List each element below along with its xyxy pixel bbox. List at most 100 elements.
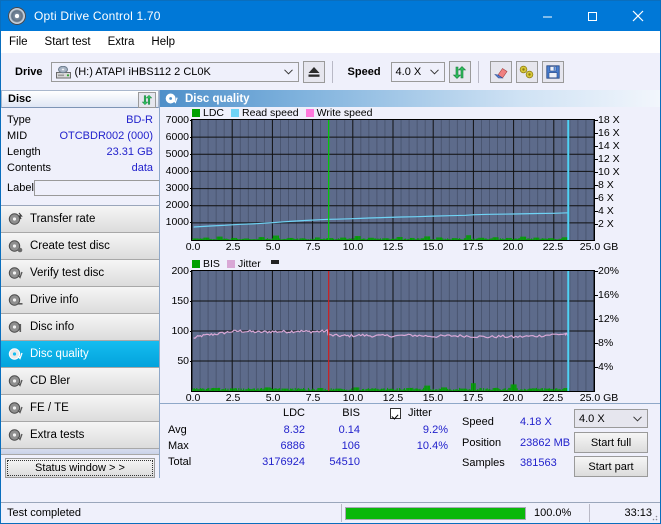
maximize-icon[interactable] <box>570 1 615 31</box>
sidebar-item-verify-test-disc[interactable]: Verify test disc <box>1 260 159 287</box>
legend-item-read-speed: Read speed <box>231 107 299 119</box>
jitter-checkbox[interactable] <box>390 408 401 419</box>
toolbar: Drive (H:) ATAPI iHBS112 2 CL0K <box>1 54 660 90</box>
sidebar-item-create-test-disc[interactable]: Create test disc <box>1 233 159 260</box>
disc-row-length: Length 23.31 GB <box>7 144 153 160</box>
speed-ytick: 16 X <box>598 127 620 139</box>
drive-select[interactable]: (H:) ATAPI iHBS112 2 CL0K <box>51 62 299 82</box>
stats-header-jitter: Jitter <box>408 407 432 419</box>
disc-type-value: BD-R <box>126 114 153 126</box>
disc-panel-header: Disc <box>1 90 159 108</box>
sidebar-item-label: Extra tests <box>30 429 84 441</box>
app-window: Opti Drive Control 1.70 File Start test … <box>0 0 661 524</box>
disc-contents-label: Contents <box>7 162 51 174</box>
tools-button[interactable] <box>516 61 538 83</box>
stats-header-bis: BIS <box>310 407 360 419</box>
ldc-ytick: 4000 <box>166 165 189 177</box>
sidebar-item-fe-te[interactable]: FE / TE <box>1 395 159 422</box>
menu-file[interactable]: File <box>9 36 28 48</box>
save-button[interactable] <box>542 61 564 83</box>
speed-ytick: 10 X <box>598 166 620 178</box>
legend-item-bis: BIS <box>192 258 220 270</box>
disc-panel-title: Disc <box>8 93 31 105</box>
sidebar-item-disc-info[interactable]: Disc info <box>1 314 159 341</box>
window-controls <box>525 1 660 31</box>
menu-extra[interactable]: Extra <box>108 36 135 48</box>
progress-percent: 100.0% <box>529 503 589 523</box>
ldc-ytick: 2000 <box>166 199 189 211</box>
disc-refresh-button[interactable] <box>138 92 156 108</box>
erase-button[interactable] <box>490 61 512 83</box>
bis-ytick: 100 <box>171 325 189 337</box>
stats-speed-label: Speed <box>462 416 494 428</box>
stats-total-bis: 54510 <box>310 456 360 468</box>
eject-button[interactable] <box>303 61 325 83</box>
stats-panel: LDC BIS Jitter Avg 8.32 0.14 9.2% Max 68… <box>160 403 660 478</box>
chevron-down-icon <box>633 413 642 425</box>
ldc-xtick: 2.5 <box>226 241 241 253</box>
sidebar-item-transfer-rate[interactable]: Transfer rate <box>1 206 159 233</box>
sidebar-item-extra-tests[interactable]: Extra tests <box>1 422 159 449</box>
speed-ytick: 8 X <box>598 179 614 191</box>
jitter-ytick: 12% <box>598 313 619 325</box>
sidebar-item-label: Disc info <box>30 321 74 333</box>
bis-y-axis: 200 150 100 50 <box>160 270 191 392</box>
disc-transfer-icon <box>8 212 23 226</box>
stats-position-label: Position <box>462 437 501 449</box>
sidebar-item-label: Create test disc <box>30 240 110 252</box>
bis-plot-row: 200 150 100 50 20% 16% 12% 8% 4% <box>160 270 660 392</box>
speed-value: 4.0 X <box>396 66 422 78</box>
ldc-speed-chart: LDC Read speed Write speed 7000 6000 <box>160 107 660 255</box>
sidebar-item-label: Drive info <box>30 294 79 306</box>
ldc-ytick: 7000 <box>166 114 189 126</box>
menu-help[interactable]: Help <box>151 36 175 48</box>
stats-samples-value: 381563 <box>520 457 557 469</box>
status-bar: Test completed 100.0% 33:13 <box>1 502 660 523</box>
legend-item-ldc: LDC <box>192 107 224 119</box>
speed-ytick: 6 X <box>598 192 614 204</box>
stats-row-avg-label: Avg <box>168 424 187 436</box>
progress-bar <box>345 507 526 520</box>
ldc-plot-row: 7000 6000 5000 4000 3000 2000 1000 18 X … <box>160 119 660 241</box>
disc-quality-icon <box>8 347 23 361</box>
drive-icon <box>56 66 71 79</box>
close-icon[interactable] <box>615 1 660 31</box>
disc-contents-value: data <box>132 162 153 174</box>
stats-header-ldc: LDC <box>245 407 305 419</box>
speed-select[interactable]: 4.0 X <box>391 62 445 82</box>
start-full-button[interactable]: Start full <box>574 432 648 453</box>
speed-label: Speed <box>348 66 381 78</box>
legend-label-bis: BIS <box>203 258 220 270</box>
disc-length-label: Length <box>7 146 41 158</box>
ldc-xtick: 20.0 <box>503 241 523 253</box>
disc-quality-icon <box>165 92 178 105</box>
jitter-y-axis: 20% 16% 12% 8% 4% <box>595 270 635 392</box>
menu-start-test[interactable]: Start test <box>45 36 91 48</box>
stats-speed-value: 4.18 X <box>520 416 552 428</box>
main-body: Disc Type BD-R MID OTCBDR002 (000) <box>1 90 660 478</box>
sidebar-item-label: CD Bler <box>30 375 70 387</box>
legend-swatch-read-speed <box>231 109 239 117</box>
sidebar-item-disc-quality[interactable]: Disc quality <box>1 341 159 368</box>
sidebar-item-drive-info[interactable]: Drive info <box>1 287 159 314</box>
stats-avg-jitter: 9.2% <box>388 424 448 436</box>
stats-total-ldc: 3176924 <box>245 456 305 468</box>
page-title: Disc quality <box>185 93 250 105</box>
refresh-button[interactable] <box>449 61 471 83</box>
jitter-ytick: 4% <box>598 361 613 373</box>
resize-grip-icon[interactable] <box>648 511 658 521</box>
test-speed-select[interactable]: 4.0 X <box>574 409 648 428</box>
ldc-xtick: 5.0 <box>266 241 281 253</box>
bis-ytick: 50 <box>177 355 189 367</box>
ldc-xtick: 22.5 <box>543 241 563 253</box>
minimize-icon[interactable] <box>525 1 570 31</box>
disc-label-row: Label <box>7 177 153 199</box>
sidebar-item-cd-bler[interactable]: CD Bler <box>1 368 159 395</box>
ldc-plot-area <box>191 119 595 241</box>
stats-avg-bis: 0.14 <box>310 424 360 436</box>
chevron-down-icon <box>430 66 439 78</box>
ldc-xtick: 25.0 GB <box>580 241 619 253</box>
stats-position-value: 23862 MB <box>520 437 570 449</box>
status-window-button[interactable]: Status window > > <box>5 458 155 478</box>
start-part-button[interactable]: Start part <box>574 456 648 477</box>
